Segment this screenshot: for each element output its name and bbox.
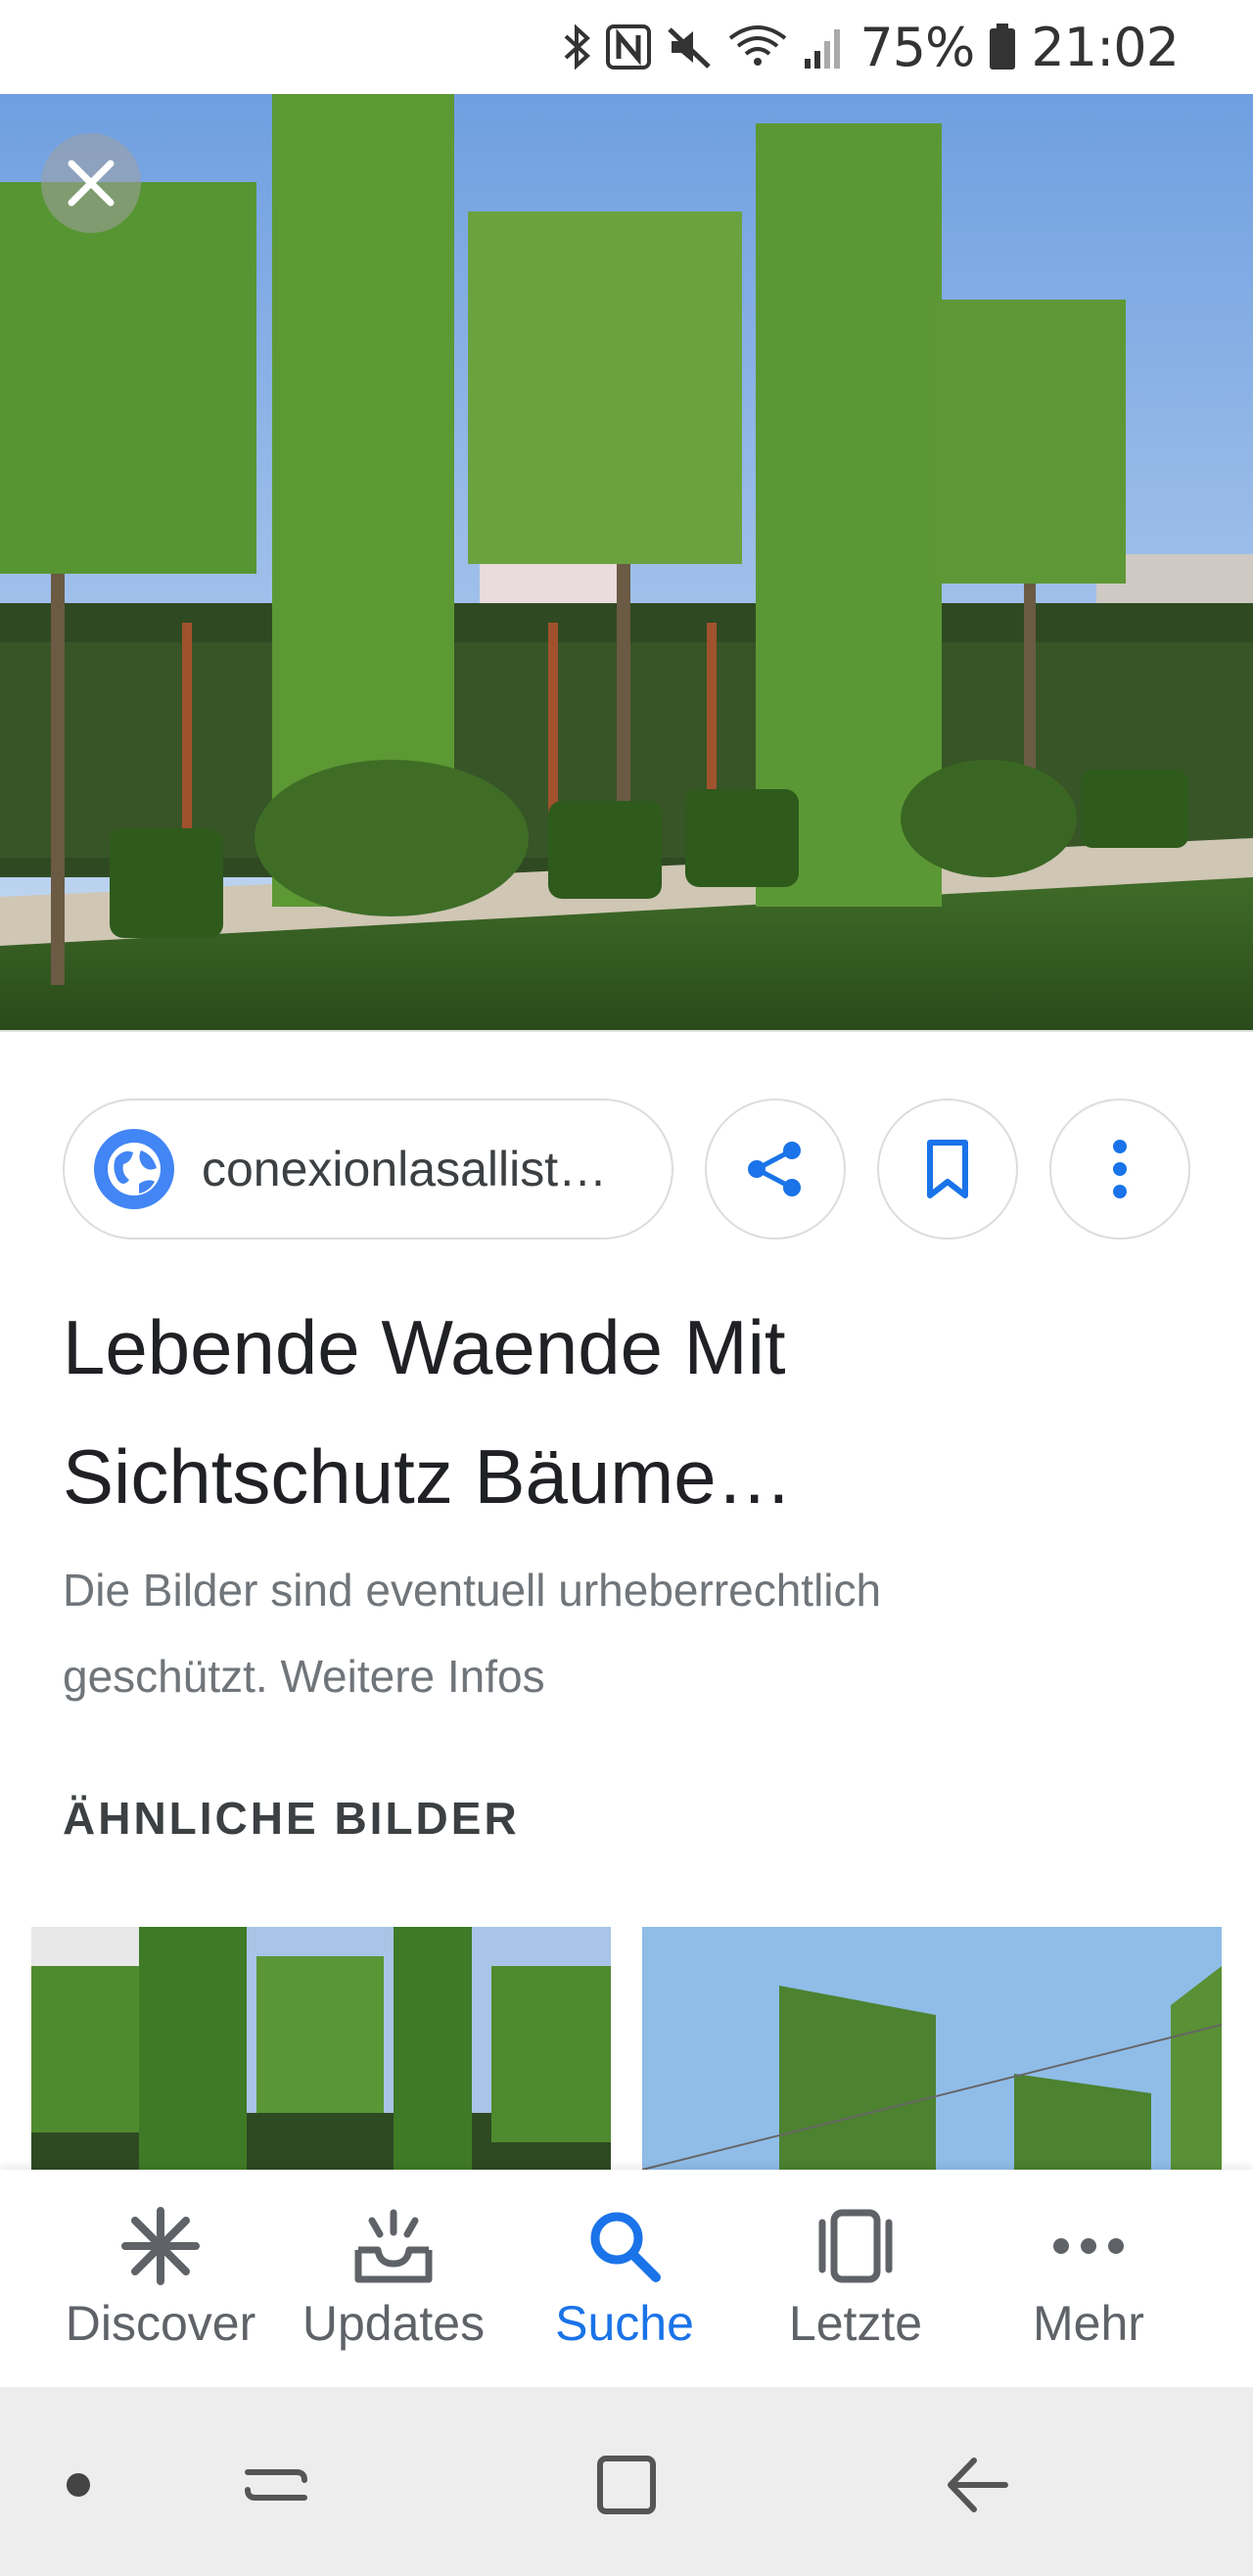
recent-apps-button[interactable] bbox=[217, 2426, 335, 2544]
source-domain: conexionlasallist… bbox=[202, 1142, 608, 1196]
nav-recent-label: Letzte bbox=[788, 2296, 923, 2351]
share-icon bbox=[748, 1142, 801, 1196]
similar-image-thumbnail[interactable] bbox=[642, 1927, 1222, 2170]
recent-apps-icon bbox=[245, 2469, 307, 2501]
share-button[interactable] bbox=[705, 1099, 846, 1240]
status-bar: 75% 21:02 bbox=[0, 0, 1253, 94]
home-icon bbox=[597, 2456, 656, 2514]
nav-updates-label: Updates bbox=[302, 2296, 486, 2351]
title-line-1: Lebende Waende Mit bbox=[63, 1304, 786, 1390]
notice-line-2[interactable]: geschützt. Weitere Infos bbox=[63, 1633, 1188, 1719]
back-button[interactable] bbox=[918, 2426, 1036, 2544]
bluetooth-icon bbox=[562, 23, 591, 71]
bookmark-icon bbox=[927, 1140, 968, 1198]
nav-discover-label: Discover bbox=[65, 2296, 256, 2351]
search-icon bbox=[509, 2207, 740, 2285]
home-button[interactable] bbox=[568, 2426, 685, 2544]
close-button[interactable] bbox=[41, 133, 141, 233]
nav-discover[interactable]: Discover bbox=[45, 2170, 276, 2387]
back-icon bbox=[948, 2458, 1008, 2512]
status-icons: 75% 21:02 bbox=[562, 14, 1180, 80]
signal-icon bbox=[803, 23, 846, 70]
similar-images-heading: ÄHNLICHE BILDER bbox=[63, 1793, 520, 1844]
garden-photo bbox=[0, 94, 1253, 1030]
inbox-icon bbox=[278, 2207, 509, 2285]
nav-search-label: Suche bbox=[555, 2296, 694, 2351]
nav-dot-icon bbox=[20, 2426, 137, 2544]
system-navigation-bar bbox=[0, 2387, 1253, 2576]
clock: 21:02 bbox=[1031, 16, 1180, 78]
notice-line-1: Die Bilder sind eventuell urheberrechtli… bbox=[63, 1565, 882, 1616]
action-row: conexionlasallist… bbox=[63, 1099, 1190, 1240]
preview-image[interactable] bbox=[0, 94, 1253, 1032]
visit-source-chip[interactable]: conexionlasallist… bbox=[63, 1099, 673, 1240]
nav-more-label: Mehr bbox=[1033, 2296, 1144, 2351]
title-line-2: Sichtschutz Bäume… bbox=[63, 1433, 793, 1520]
recent-cards-icon bbox=[740, 2207, 971, 2285]
similar-image-thumbnail[interactable] bbox=[31, 1927, 611, 2170]
asterisk-icon bbox=[45, 2207, 276, 2285]
more-options-button[interactable] bbox=[1049, 1099, 1190, 1240]
nav-recent[interactable]: Letzte bbox=[740, 2170, 971, 2387]
battery-icon bbox=[988, 23, 1017, 71]
bottom-navigation: Discover Updates Suche Letzte Mehr bbox=[0, 2170, 1253, 2387]
mute-icon bbox=[666, 23, 713, 70]
save-button[interactable] bbox=[877, 1099, 1018, 1240]
wifi-icon bbox=[726, 23, 789, 71]
more-horizontal-icon bbox=[973, 2207, 1204, 2285]
copyright-notice: Die Bilder sind eventuell urheberrechtli… bbox=[63, 1547, 1188, 1719]
thumbnail-image bbox=[642, 1927, 1222, 2170]
nav-updates[interactable]: Updates bbox=[278, 2170, 509, 2387]
globe-icon bbox=[94, 1129, 174, 1209]
close-icon bbox=[68, 160, 115, 207]
nav-search[interactable]: Suche bbox=[509, 2170, 740, 2387]
nfc-icon bbox=[605, 23, 652, 70]
more-vertical-icon bbox=[1113, 1140, 1127, 1198]
image-title[interactable]: Lebende Waende Mit Sichtschutz Bäume… bbox=[63, 1283, 1188, 1541]
battery-level: 75% bbox=[859, 16, 975, 78]
nav-more[interactable]: Mehr bbox=[973, 2170, 1204, 2387]
thumbnail-image bbox=[31, 1927, 611, 2170]
